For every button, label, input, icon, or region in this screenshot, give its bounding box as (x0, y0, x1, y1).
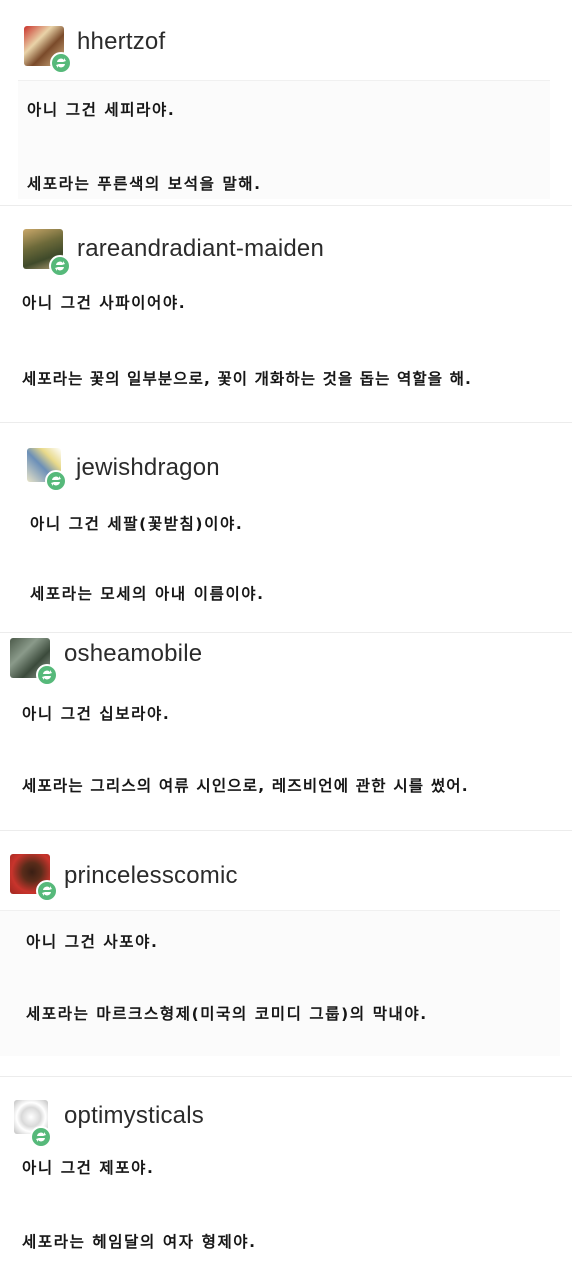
post-text: 아니 그건 세피라야. (27, 101, 176, 119)
divider (0, 205, 572, 206)
post-text: 아니 그건 사포야. (26, 933, 159, 951)
reblog-icon (49, 255, 71, 277)
post-jewishdragon: jewishdragon 아니 그건 세팔(꽃받침)이야. 세포라는 모세의 아… (0, 420, 572, 632)
avatar[interactable] (23, 229, 71, 277)
post-text: 세포라는 푸른색의 보석을 말해. (27, 175, 262, 193)
username[interactable]: rareandradiant-maiden (77, 235, 324, 263)
reblog-icon (45, 470, 67, 492)
avatar[interactable] (10, 638, 58, 686)
post-text: 아니 그건 제포야. (22, 1159, 155, 1177)
post-hhertzof: hhertzof 아니 그건 세피라야. 세포라는 푸른색의 보석을 말해. (0, 0, 572, 205)
post-text: 세포라는 꽃의 일부분으로, 꽃이 개화하는 것을 돕는 역할을 해. (22, 370, 472, 388)
post-optimysticals: optimysticals 아니 그건 제포야. 세포라는 헤임달의 여자 형제… (0, 1060, 572, 1266)
avatar[interactable] (10, 854, 58, 902)
post-text: 아니 그건 세팔(꽃받침)이야. (30, 515, 244, 533)
reblog-icon (30, 1126, 52, 1148)
post-text: 세포라는 마르크스형제(미국의 코미디 그룹)의 막내야. (26, 1005, 428, 1023)
divider (0, 632, 572, 633)
post-text: 세포라는 모세의 아내 이름이야. (30, 585, 265, 603)
divider (0, 830, 572, 831)
post-text: 아니 그건 십보라야. (22, 705, 171, 723)
username[interactable]: optimysticals (64, 1102, 204, 1130)
divider (0, 422, 572, 423)
post-text: 세포라는 그리스의 여류 시인으로, 레즈비언에 관한 시를 썼어. (22, 777, 469, 795)
avatar[interactable] (27, 448, 67, 492)
username[interactable]: osheamobile (64, 640, 202, 668)
username[interactable]: jewishdragon (76, 454, 220, 482)
username[interactable]: hhertzof (77, 28, 165, 56)
username[interactable]: princelesscomic (64, 862, 238, 890)
post-text: 세포라는 헤임달의 여자 형제야. (22, 1233, 257, 1251)
post-rareandradiant-maiden: rareandradiant-maiden 아니 그건 사파이어야. 세포라는 … (0, 205, 572, 420)
post-osheamobile: osheamobile 아니 그건 십보라야. 세포라는 그리스의 여류 시인으… (0, 632, 572, 830)
reblog-icon (36, 880, 58, 902)
divider (0, 1076, 572, 1077)
avatar[interactable] (24, 26, 72, 74)
post-text: 아니 그건 사파이어야. (22, 294, 187, 312)
reblog-icon (50, 52, 72, 74)
avatar[interactable] (14, 1100, 52, 1148)
post-princelesscomic: princelesscomic 아니 그건 사포야. 세포라는 마르크스형제(미… (0, 830, 572, 1060)
reblog-icon (36, 664, 58, 686)
